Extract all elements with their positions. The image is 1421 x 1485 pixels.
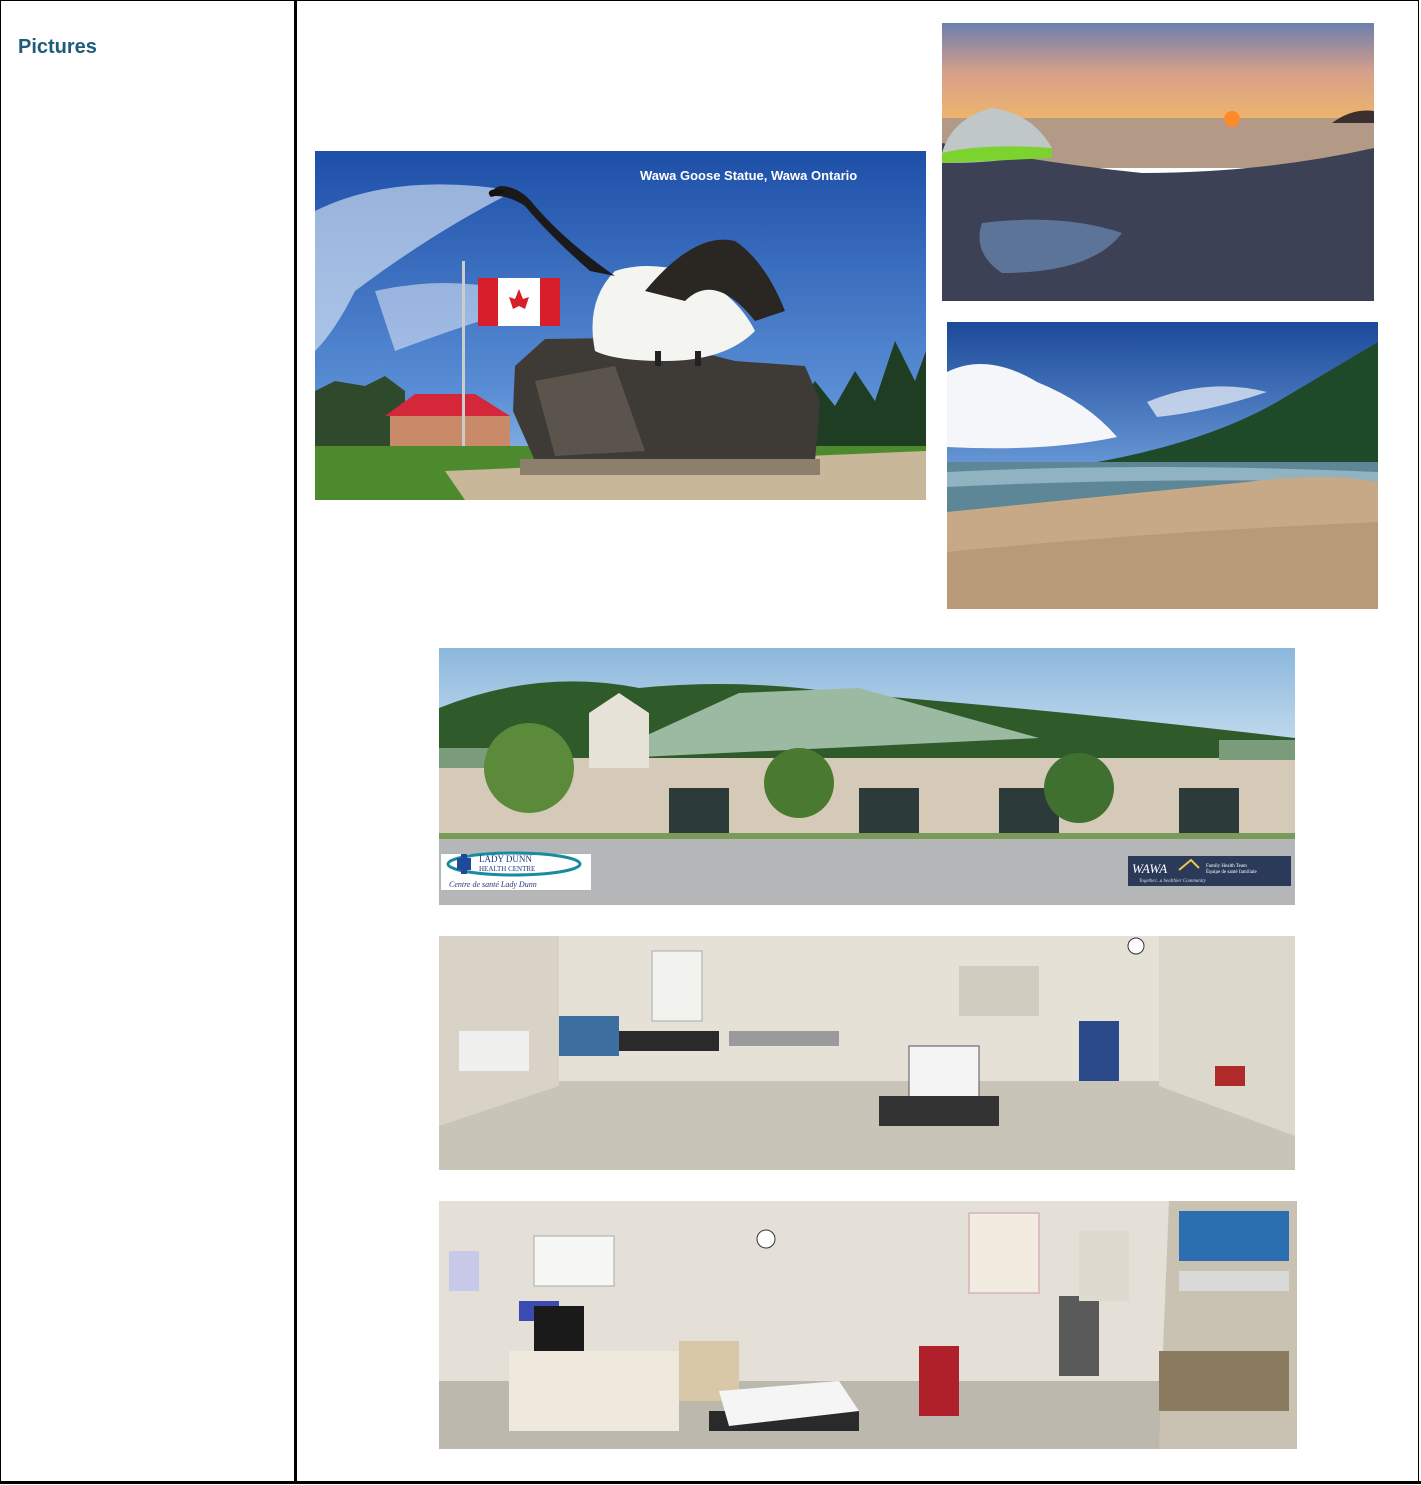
table-bottom-border (0, 1481, 1421, 1484)
wawa-goose-photo: Wawa Goose Statue, Wawa Ontario (315, 151, 926, 500)
beach-photo (947, 322, 1378, 609)
left-logo-sub: Centre de santé Lady Dunn (449, 880, 537, 889)
right-logo-tag: Together...a healthier Community (1139, 879, 1207, 884)
left-logo-line1: LADY DUNN (479, 854, 532, 864)
emergency-room-photo (439, 1201, 1297, 1449)
column-divider (294, 0, 297, 1483)
sunset-tent-photo (942, 23, 1374, 301)
health-centre-exterior-photo: LADY DUNN HEALTH CENTRE Centre de santé … (439, 648, 1295, 905)
goose-photo-caption: Wawa Goose Statue, Wawa Ontario (640, 168, 857, 183)
operating-room-photo (439, 936, 1295, 1170)
left-logo-line2: HEALTH CENTRE (479, 865, 535, 873)
section-label: Pictures (18, 36, 97, 58)
right-logo-name: WAWA (1132, 861, 1167, 876)
right-logo-line2: Équipe de santé familiale (1206, 869, 1257, 875)
right-logo-line1: Family Health Team (1206, 864, 1247, 869)
